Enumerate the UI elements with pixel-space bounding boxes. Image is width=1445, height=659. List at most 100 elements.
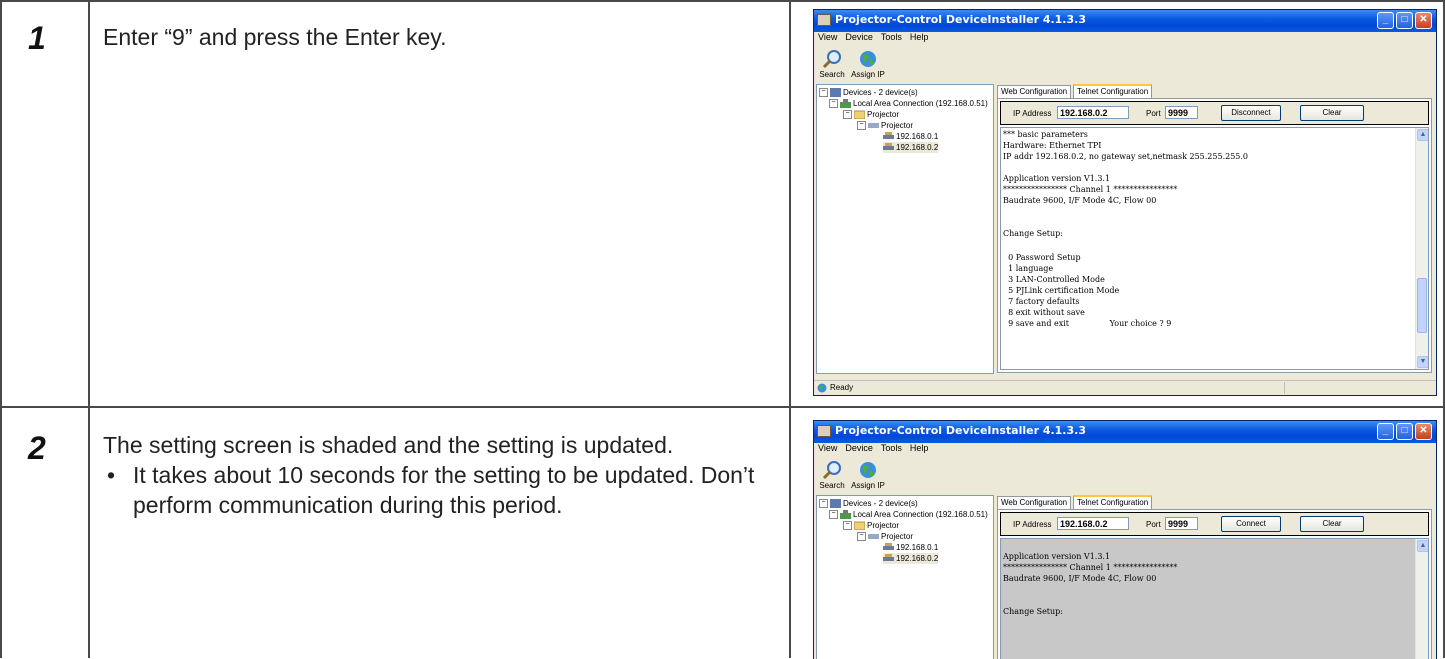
telnet-panel: IP Address 192.168.0.2 Port 9999 Connect…	[997, 509, 1432, 659]
tree-item-projector[interactable]: − Projector	[857, 120, 913, 131]
device-tree: − Devices - 2 device(s) − Local Area Conne…	[816, 495, 994, 659]
menu-help[interactable]: Help	[910, 32, 929, 42]
network-icon	[840, 99, 851, 109]
ip-address-label: IP Address	[1013, 109, 1052, 118]
status-bar: Ready	[814, 380, 1436, 395]
ip-address-field[interactable]: 192.168.0.2	[1057, 106, 1129, 119]
collapse-icon[interactable]: −	[819, 499, 828, 509]
terminal-line: 7 factory defaults	[1003, 297, 1080, 306]
toolbar: Search Assign IP	[814, 457, 1436, 495]
close-button[interactable]: ✕	[1415, 423, 1432, 440]
collapse-icon[interactable]: −	[843, 521, 852, 531]
tree-item-projector[interactable]: − Projector	[857, 531, 913, 542]
devices-icon	[830, 88, 841, 98]
projector-icon	[868, 534, 879, 540]
status-text: Ready	[830, 383, 854, 392]
tab-telnet-configuration[interactable]: Telnet Configuration	[1073, 84, 1153, 99]
connection-bar: IP Address 192.168.0.2 Port 9999 Disconn…	[1000, 101, 1429, 125]
step-text-block: The setting screen is shaded and the set…	[103, 430, 783, 520]
clear-button[interactable]: Clear	[1300, 516, 1364, 532]
terminal-output[interactable]: *** basic parameters Hardware: Ethernet …	[1000, 127, 1429, 370]
tree-item-device-1[interactable]: 192.168.0.1	[883, 542, 938, 553]
collapse-icon[interactable]: −	[829, 510, 838, 520]
menu-tools[interactable]: Tools	[881, 443, 902, 453]
tree-item-devices[interactable]: − Devices - 2 device(s)	[819, 87, 918, 98]
maximize-button[interactable]: □	[1396, 423, 1413, 440]
minimize-button[interactable]: _	[1377, 12, 1394, 29]
connect-button[interactable]: Connect	[1221, 516, 1281, 532]
status-globe-icon	[817, 383, 827, 393]
connection-bar: IP Address 192.168.0.2 Port 9999 Connect…	[1000, 512, 1429, 536]
port-field[interactable]: 9999	[1165, 517, 1198, 530]
table-column-divider-2	[789, 0, 791, 658]
app-icon	[817, 14, 831, 26]
globe-icon	[860, 51, 876, 67]
maximize-button[interactable]: □	[1396, 12, 1413, 29]
clear-button[interactable]: Clear	[1300, 105, 1364, 121]
port-field[interactable]: 9999	[1165, 106, 1198, 119]
tab-telnet-configuration[interactable]: Telnet Configuration	[1073, 495, 1153, 510]
menu-device[interactable]: Device	[845, 32, 873, 42]
tree-item-device-2[interactable]: 192.168.0.2	[883, 553, 939, 564]
menu-device[interactable]: Device	[845, 443, 873, 453]
terminal-line: 9 save and exit Your choice ? 9	[1003, 319, 1172, 328]
title-bar: Projector-Control DeviceInstaller 4.1.3.…	[814, 421, 1436, 443]
menu-bar: View Device Tools Help	[814, 32, 1436, 46]
menu-help[interactable]: Help	[910, 443, 929, 453]
collapse-icon[interactable]: −	[857, 532, 866, 542]
terminal-scrollbar[interactable]: ▲	[1415, 539, 1428, 659]
configuration-pane: Web Configuration Telnet Configuration I…	[997, 495, 1434, 659]
collapse-icon[interactable]: −	[843, 110, 852, 120]
tab-web-configuration[interactable]: Web Configuration	[997, 85, 1072, 98]
configuration-pane: Web Configuration Telnet Configuration I…	[997, 84, 1434, 374]
deviceinstaller-window-shaded: Projector-Control DeviceInstaller 4.1.3.…	[813, 420, 1437, 659]
menu-view[interactable]: View	[818, 443, 837, 453]
menu-view[interactable]: View	[818, 32, 837, 42]
assign-ip-tool-button[interactable]: Assign IP	[848, 457, 888, 490]
terminal-line: 8 exit without save	[1003, 308, 1085, 317]
collapse-icon[interactable]: −	[857, 121, 866, 131]
terminal-line: 0 Password Setup	[1003, 253, 1081, 262]
search-tool-button[interactable]: Search	[814, 457, 850, 490]
table-left-border	[0, 0, 2, 658]
tree-item-projector-folder[interactable]: − Projector	[843, 520, 899, 531]
search-tool-label: Search	[819, 481, 845, 490]
collapse-icon[interactable]: −	[829, 99, 838, 109]
ip-address-field[interactable]: 192.168.0.2	[1057, 517, 1129, 530]
tab-web-configuration[interactable]: Web Configuration	[997, 496, 1072, 509]
terminal-line: IP addr 192.168.0.2, no gateway set,netm…	[1003, 152, 1249, 161]
device-tree: − Devices - 2 device(s) − Local Area Conne…	[816, 84, 994, 374]
device-icon	[883, 132, 894, 140]
title-bar: Projector-Control DeviceInstaller 4.1.3.…	[814, 10, 1436, 32]
menu-tools[interactable]: Tools	[881, 32, 902, 42]
projector-icon	[868, 123, 879, 129]
search-tool-button[interactable]: Search	[814, 46, 850, 79]
collapse-icon[interactable]: −	[819, 88, 828, 98]
telnet-panel: IP Address 192.168.0.2 Port 9999 Disconn…	[997, 98, 1432, 373]
terminal-output-shaded[interactable]: Application version V1.3.1 *************…	[1000, 538, 1429, 659]
step-number: 1	[28, 20, 46, 56]
step-text: The setting screen is shaded and the set…	[103, 432, 674, 458]
terminal-line: Application version V1.3.1	[1003, 552, 1111, 561]
tree-item-local-area-connection[interactable]: − Local Area Connection (192.168.0.51)	[829, 509, 988, 520]
search-tool-label: Search	[819, 70, 845, 79]
tree-item-projector-folder[interactable]: − Projector	[843, 109, 899, 120]
globe-icon	[860, 462, 876, 478]
tree-item-device-1[interactable]: 192.168.0.1	[883, 131, 938, 142]
menu-bar: View Device Tools Help	[814, 443, 1436, 457]
terminal-scrollbar[interactable]: ▲ ▼	[1415, 128, 1428, 369]
disconnect-button[interactable]: Disconnect	[1221, 105, 1281, 121]
terminal-line: Change Setup:	[1003, 229, 1063, 238]
assign-ip-tool-button[interactable]: Assign IP	[848, 46, 888, 79]
scroll-thumb[interactable]	[1417, 278, 1427, 333]
tree-item-device-2[interactable]: 192.168.0.2	[883, 142, 939, 153]
close-button[interactable]: ✕	[1415, 12, 1432, 29]
scroll-up-icon[interactable]: ▲	[1417, 129, 1428, 141]
tree-item-devices[interactable]: − Devices - 2 device(s)	[819, 498, 918, 509]
minimize-button[interactable]: _	[1377, 423, 1394, 440]
terminal-line: Application version V1.3.1	[1003, 174, 1111, 183]
window-title: Projector-Control DeviceInstaller 4.1.3.…	[835, 424, 1086, 437]
scroll-down-icon[interactable]: ▼	[1417, 356, 1428, 368]
scroll-up-icon[interactable]: ▲	[1417, 540, 1428, 552]
tree-item-local-area-connection[interactable]: − Local Area Connection (192.168.0.51)	[829, 98, 988, 109]
